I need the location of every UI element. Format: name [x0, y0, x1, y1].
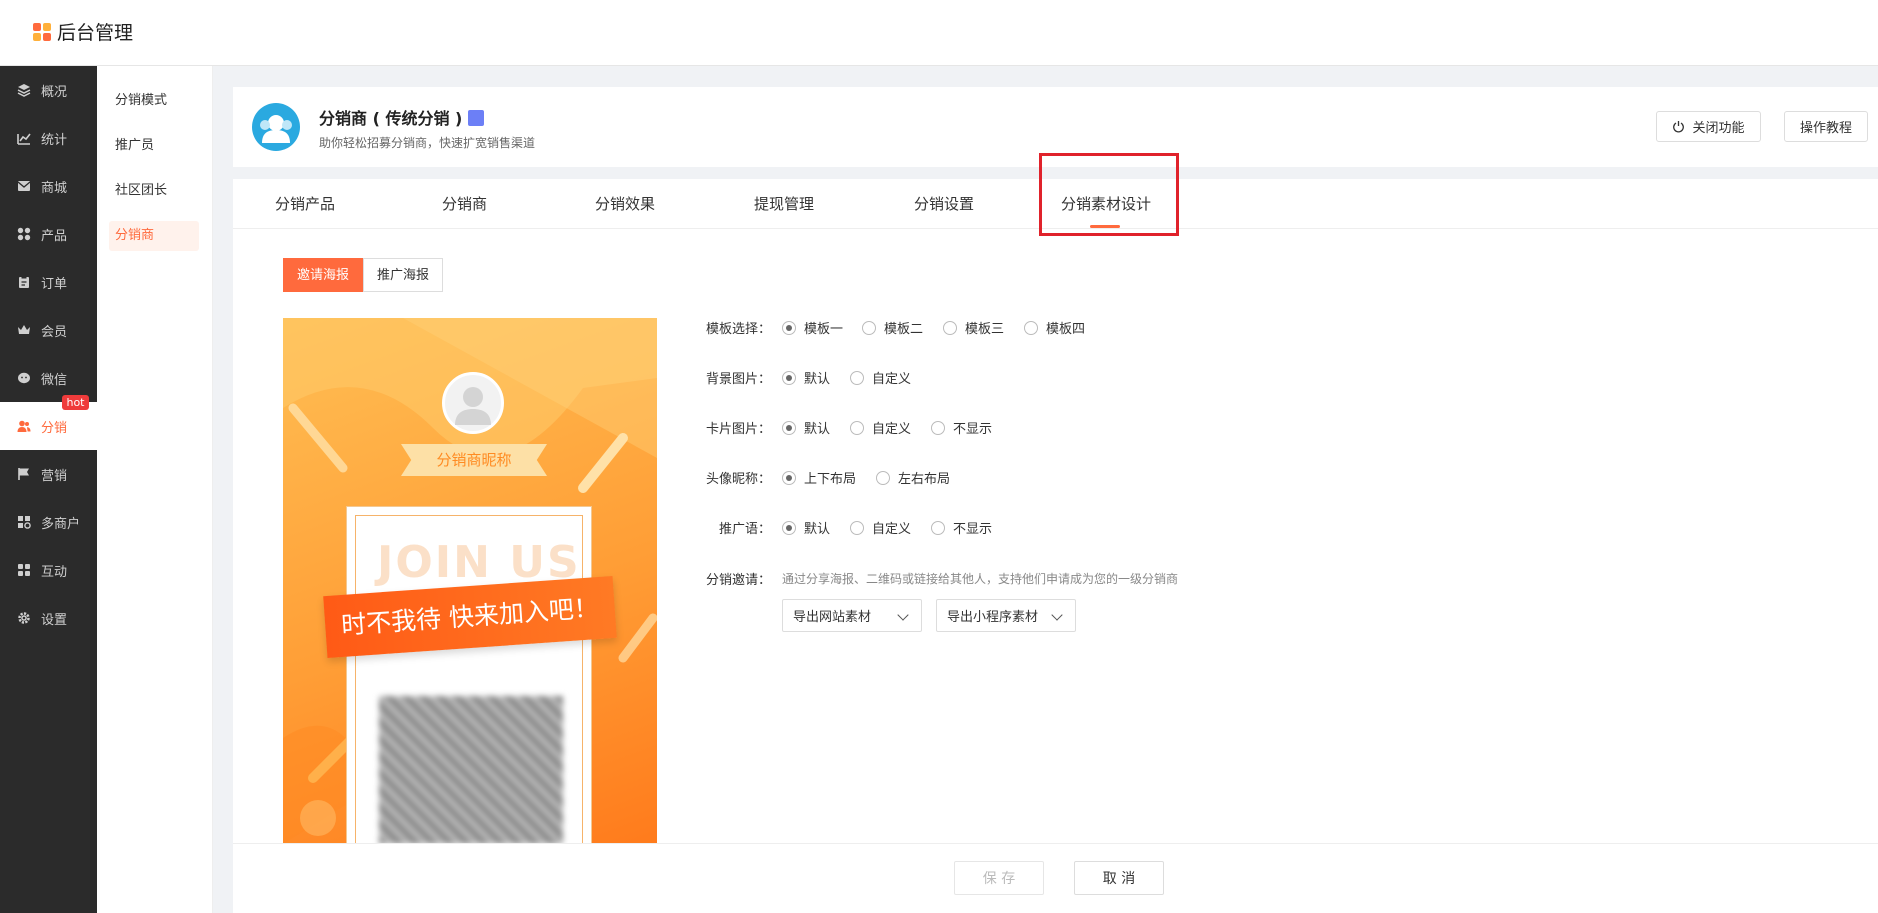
- template-option-3[interactable]: 模板三: [943, 318, 1004, 337]
- tab-distribution-effect[interactable]: 分销效果: [595, 179, 655, 229]
- logo-icon: [33, 22, 51, 41]
- slogan-default[interactable]: 默认: [782, 518, 830, 537]
- qr-code: [379, 696, 563, 844]
- sidebar-item-label: 产品: [41, 228, 68, 244]
- power-icon: [1673, 121, 1685, 133]
- feature-subtitle: 助你轻松招募分销商，快速扩宽销售渠道: [319, 136, 536, 150]
- save-button[interactable]: 保 存: [954, 861, 1044, 895]
- gear-icon: [16, 610, 32, 626]
- grid-icon: [16, 226, 32, 242]
- cancel-button[interactable]: 取 消: [1074, 861, 1164, 895]
- slogan-custom[interactable]: 自定义: [850, 518, 911, 537]
- sidebar-item-orders[interactable]: 订单: [0, 258, 97, 306]
- store-icon: [16, 514, 32, 530]
- tab-distributors[interactable]: 分销商: [442, 179, 487, 229]
- wechat-icon: [16, 370, 32, 386]
- subnav-item-distribution-mode[interactable]: 分销模式: [109, 86, 199, 116]
- card-label: 卡片图片：: [706, 422, 772, 437]
- template-label: 模板选择：: [706, 322, 772, 337]
- tab-distribution-products[interactable]: 分销产品: [275, 179, 335, 229]
- sidebar-item-label: 分销: [41, 420, 68, 436]
- feature-badge-icon: [468, 110, 485, 126]
- flag-icon: [16, 466, 32, 482]
- sidebar-item-overview[interactable]: 概况: [0, 66, 97, 114]
- sub-nav: 分销模式 推广员 社区团长 分销商: [97, 66, 213, 913]
- background-custom[interactable]: 自定义: [850, 368, 911, 387]
- card-default[interactable]: 默认: [782, 418, 830, 437]
- sidebar-item-mall[interactable]: 商城: [0, 162, 97, 210]
- sidebar-item-label: 微信: [41, 372, 68, 388]
- slogan-hidden[interactable]: 不显示: [931, 518, 992, 537]
- close-feature-button[interactable]: 关闭功能: [1656, 111, 1761, 142]
- slogan-label: 推广语：: [719, 522, 772, 537]
- sidebar-item-label: 多商户: [41, 516, 81, 532]
- poster-preview: 分销商昵称 JOIN US 时不我待 快来加入吧！: [283, 318, 657, 844]
- footer-actions: 保 存 取 消: [233, 843, 1878, 913]
- tab-distribution-settings[interactable]: 分销设置: [914, 179, 974, 229]
- top-bar: 后台管理: [0, 0, 1878, 66]
- sidebar-item-members[interactable]: 会员: [0, 306, 97, 354]
- sidebar-item-stats[interactable]: 统计: [0, 114, 97, 162]
- promo-poster-tab[interactable]: 推广海报: [363, 258, 444, 292]
- logo[interactable]: 后台管理: [33, 18, 133, 45]
- subnav-item-distributor[interactable]: 分销商: [109, 221, 199, 251]
- mail-icon: [16, 178, 32, 194]
- sidebar-item-label: 互动: [41, 564, 68, 580]
- hot-badge: hot: [62, 395, 89, 410]
- sidebar-item-label: 设置: [41, 612, 68, 628]
- chart-icon: [16, 130, 32, 146]
- chevron-down-icon: [1051, 609, 1063, 621]
- invite-poster-tab[interactable]: 邀请海报: [283, 258, 364, 292]
- sidebar-item-label: 商城: [41, 180, 68, 196]
- invite-label: 分销邀请：: [706, 573, 772, 588]
- feature-title: 分销商 ( 传统分销 ): [319, 105, 485, 129]
- sidebar-item-label: 会员: [41, 324, 68, 340]
- sidebar-item-interaction[interactable]: 互动: [0, 546, 97, 594]
- poster-type-switch: 邀请海报 推广海报: [283, 258, 444, 292]
- tab-withdraw-management[interactable]: 提现管理: [754, 179, 814, 229]
- template-option-1[interactable]: 模板一: [782, 318, 843, 337]
- background-label: 背景图片：: [706, 372, 772, 387]
- layout-horizontal[interactable]: 左右布局: [876, 468, 950, 487]
- users-icon: [16, 418, 32, 434]
- sidebar-item-label: 概况: [41, 84, 68, 100]
- sidebar-item-products[interactable]: 产品: [0, 210, 97, 258]
- interact-icon: [16, 562, 32, 578]
- clipboard-icon: [16, 274, 32, 290]
- invite-hint: 通过分享海报、二维码或链接给其他人，支持他们申请成为您的一级分销商: [782, 572, 1179, 586]
- template-option-2[interactable]: 模板二: [862, 318, 923, 337]
- sidebar-item-label: 统计: [41, 132, 68, 148]
- sidebar-item-label: 订单: [41, 276, 68, 292]
- crown-icon: [16, 322, 32, 338]
- template-option-4[interactable]: 模板四: [1024, 318, 1085, 337]
- tutorial-button[interactable]: 操作教程: [1784, 111, 1868, 142]
- sidebar-item-label: 营销: [41, 468, 68, 484]
- distributor-nickname: 分销商昵称: [401, 444, 547, 476]
- subnav-item-community-leader[interactable]: 社区团长: [109, 176, 199, 206]
- app-title: 后台管理: [57, 22, 134, 44]
- chevron-down-icon: [897, 609, 909, 621]
- avatar-nickname-label: 头像昵称：: [706, 472, 772, 487]
- sidebar-item-marketing[interactable]: 营销: [0, 450, 97, 498]
- layout-vertical[interactable]: 上下布局: [782, 468, 856, 487]
- distributor-avatar: [442, 372, 504, 434]
- feature-avatar-icon: [252, 103, 300, 151]
- sidebar: 概况 统计 商城 产品 订单 会员 微信 分销 营销 多商户 互动 设置: [0, 66, 97, 913]
- subnav-item-promoter[interactable]: 推广员: [109, 131, 199, 161]
- layers-icon: [16, 82, 32, 98]
- sidebar-item-settings[interactable]: 设置: [0, 594, 97, 642]
- export-web-dropdown[interactable]: 导出网站素材: [782, 599, 922, 632]
- export-miniprogram-dropdown[interactable]: 导出小程序素材: [936, 599, 1076, 632]
- highlight-box: [1039, 153, 1179, 236]
- card-hidden[interactable]: 不显示: [931, 418, 992, 437]
- card-custom[interactable]: 自定义: [850, 418, 911, 437]
- background-default[interactable]: 默认: [782, 368, 830, 387]
- sidebar-item-multi-merchant[interactable]: 多商户: [0, 498, 97, 546]
